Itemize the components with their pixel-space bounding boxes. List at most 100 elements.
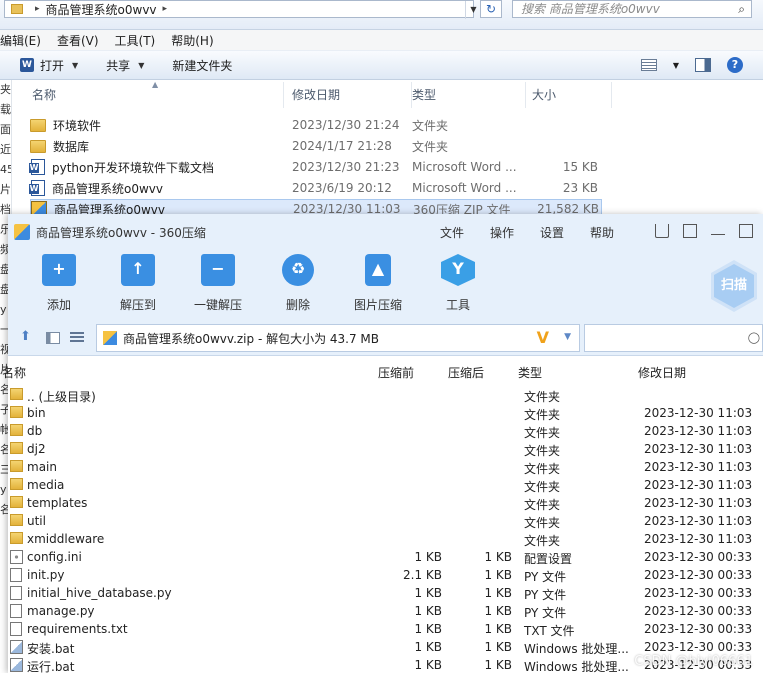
extract-to-button[interactable]: ↑ 解压到	[103, 254, 173, 313]
entry-type: Windows 批处理...	[524, 660, 629, 673]
column-type[interactable]: 类型	[412, 82, 526, 108]
nav-pane-item[interactable]: 45	[0, 160, 11, 180]
preview-pane-icon[interactable]	[695, 58, 711, 72]
archive-row[interactable]: main 文件夹 2023-12-30 11:03	[8, 458, 763, 476]
menu-tools[interactable]: 工具(T)	[115, 32, 156, 49]
entry-date: 2023-12-30 11:03	[644, 514, 753, 528]
minimize-icon[interactable]	[711, 227, 725, 235]
nav-pane-item[interactable]: 近	[0, 140, 11, 160]
add-button[interactable]: + 添加	[24, 254, 94, 313]
file-row[interactable]: python开发环境软件下载文档 2023/12/30 21:23 Microsof…	[29, 157, 602, 177]
column-modified[interactable]: 修改日期	[638, 364, 686, 381]
tools-button[interactable]: Y 工具	[423, 254, 493, 313]
menu-settings[interactable]: 设置	[540, 224, 564, 241]
column-compressed-after[interactable]: 压缩后	[448, 364, 484, 381]
archive-path-field[interactable]: 商品管理系统o0wvv.zip - 解包大小为 43.7 MB V ▼	[96, 324, 580, 352]
column-name[interactable]: 名称	[2, 364, 26, 381]
detail-view-icon[interactable]	[46, 332, 60, 344]
entry-date: 2023-12-30 11:03	[644, 496, 753, 510]
zip-window: 商品管理系统o0wvv - 360压缩 文件 操作 设置 帮助 + 添加 ↑ 解…	[2, 214, 763, 673]
entry-name: media	[27, 478, 65, 492]
column-size[interactable]: 大小	[532, 82, 612, 108]
image-compress-button[interactable]: ▲ 图片压缩	[343, 254, 413, 313]
breadcrumb-current[interactable]: 商品管理系统o0wvv	[46, 1, 157, 18]
view-options-icon[interactable]	[640, 59, 657, 71]
tools-hex-icon: Y	[441, 254, 475, 286]
open-button[interactable]: W 打开 ▼	[20, 57, 78, 74]
nav-pane-item[interactable]: 载	[0, 100, 11, 120]
chevron-down-icon[interactable]: ▼	[673, 61, 679, 70]
file-icon	[10, 568, 22, 582]
one-click-extract-button[interactable]: − 一键解压	[183, 254, 253, 313]
entry-name: .. (上级目录)	[27, 390, 96, 404]
maximize-icon[interactable]	[739, 224, 753, 238]
refresh-button[interactable]: ↻	[480, 0, 502, 18]
entry-size-after: 1 KB	[484, 586, 512, 600]
entry-name: dj2	[27, 442, 46, 456]
column-type[interactable]: 类型	[518, 364, 542, 381]
entry-date: 2023-12-30 11:03	[644, 424, 753, 438]
file-row[interactable]: 环境软件 2023/12/30 21:24 文件夹	[30, 115, 602, 135]
column-name[interactable]: 名称	[32, 82, 284, 108]
chevron-down-icon[interactable]: ▼	[564, 332, 571, 342]
menu-help[interactable]: 帮助	[590, 224, 614, 241]
up-arrow-icon[interactable]: ⬆	[20, 329, 34, 344]
share-label: 共享	[106, 58, 131, 73]
menu-edit[interactable]: 编辑(E)	[0, 32, 41, 49]
file-row[interactable]: 数据库 2024/1/17 21:28 文件夹	[30, 136, 602, 156]
help-icon[interactable]: ?	[727, 57, 743, 73]
address-box[interactable]: ▸ 商品管理系统o0wvv ▸ ▼	[4, 0, 477, 19]
list-view-icon[interactable]	[70, 332, 84, 344]
search-input[interactable]: ◯	[584, 324, 763, 352]
column-compressed-before[interactable]: 压缩前	[378, 364, 414, 381]
search-icon[interactable]: ⌕	[738, 1, 745, 17]
entry-name: 安装.bat	[27, 642, 75, 656]
nav-pane-item[interactable]: 片	[0, 180, 11, 200]
new-folder-button[interactable]: 新建文件夹	[172, 57, 232, 74]
archive-path: 商品管理系统o0wvv.zip - 解包大小为 43.7 MB	[123, 331, 380, 346]
archive-row[interactable]: config.ini 1 KB 1 KB 配置设置 2023-12-30 00:33	[8, 548, 763, 566]
archive-row[interactable]: init.py 2.1 KB 1 KB PY 文件 2023-12-30 00:33	[8, 566, 763, 584]
archive-row[interactable]: initial_hive_database.py 1 KB 1 KB PY 文件 202…	[8, 584, 763, 602]
file-name-cell[interactable]: 商品管理系统o0wvv	[29, 180, 163, 197]
delete-button[interactable]: ♻ 删除	[263, 254, 333, 313]
entry-date: 2023-12-30 11:03	[644, 532, 753, 546]
file-name-cell[interactable]: python开发环境软件下载文档	[29, 159, 214, 176]
file-row[interactable]: 商品管理系统o0wvv 2023/6/19 20:12 Microsoft Word…	[29, 178, 602, 198]
menu-operate[interactable]: 操作	[490, 224, 514, 241]
archive-row[interactable]: util 文件夹 2023-12-30 11:03	[8, 512, 763, 530]
image-icon: ▲	[365, 254, 391, 286]
nav-pane-item[interactable]: 面	[0, 120, 11, 140]
search-input[interactable]: 搜索 商品管理系统o0wvv ⌕	[512, 0, 752, 18]
archive-row[interactable]: xmiddleware 文件夹 2023-12-30 11:03	[8, 530, 763, 548]
share-button[interactable]: 共享 ▼	[106, 57, 144, 74]
verify-icon[interactable]: V	[537, 328, 549, 347]
tools-label: 工具	[445, 298, 470, 312]
column-date[interactable]: 修改日期	[292, 82, 412, 108]
chevron-down-icon[interactable]: ▼	[465, 1, 481, 19]
file-name-cell[interactable]: 环境软件	[30, 117, 101, 134]
message-icon[interactable]	[683, 224, 697, 238]
skin-icon[interactable]	[655, 224, 669, 238]
menu-file[interactable]: 文件	[440, 224, 464, 241]
chevron-right-icon[interactable]: ▸	[163, 4, 168, 14]
menu-help[interactable]: 帮助(H)	[171, 32, 213, 49]
file-icon	[10, 586, 22, 600]
menu-view[interactable]: 查看(V)	[57, 32, 99, 49]
search-icon[interactable]: ◯	[748, 331, 760, 344]
archive-row[interactable]: media 文件夹 2023-12-30 11:03	[8, 476, 763, 494]
entry-type: PY 文件	[524, 606, 567, 620]
archive-row[interactable]: requirements.txt 1 KB 1 KB TXT 文件 2023-12-30…	[8, 620, 763, 638]
entry-size-after: 1 KB	[484, 622, 512, 636]
archive-row[interactable]: dj2 文件夹 2023-12-30 11:03	[8, 440, 763, 458]
archive-row[interactable]: bin 文件夹 2023-12-30 11:03	[8, 404, 763, 422]
file-size: 23 KB	[562, 181, 598, 195]
nav-pane-item[interactable]: 夹	[0, 80, 11, 100]
archive-row[interactable]: manage.py 1 KB 1 KB PY 文件 2023-12-30 00:33	[8, 602, 763, 620]
delete-label: 删除	[285, 298, 310, 312]
file-name-cell[interactable]: 数据库	[30, 138, 89, 155]
archive-row[interactable]: db 文件夹 2023-12-30 11:03	[8, 422, 763, 440]
window-title: 商品管理系统o0wvv - 360压缩	[36, 225, 206, 240]
archive-row[interactable]: templates 文件夹 2023-12-30 11:03	[8, 494, 763, 512]
archive-row[interactable]: .. (上级目录) 文件夹	[8, 386, 763, 404]
